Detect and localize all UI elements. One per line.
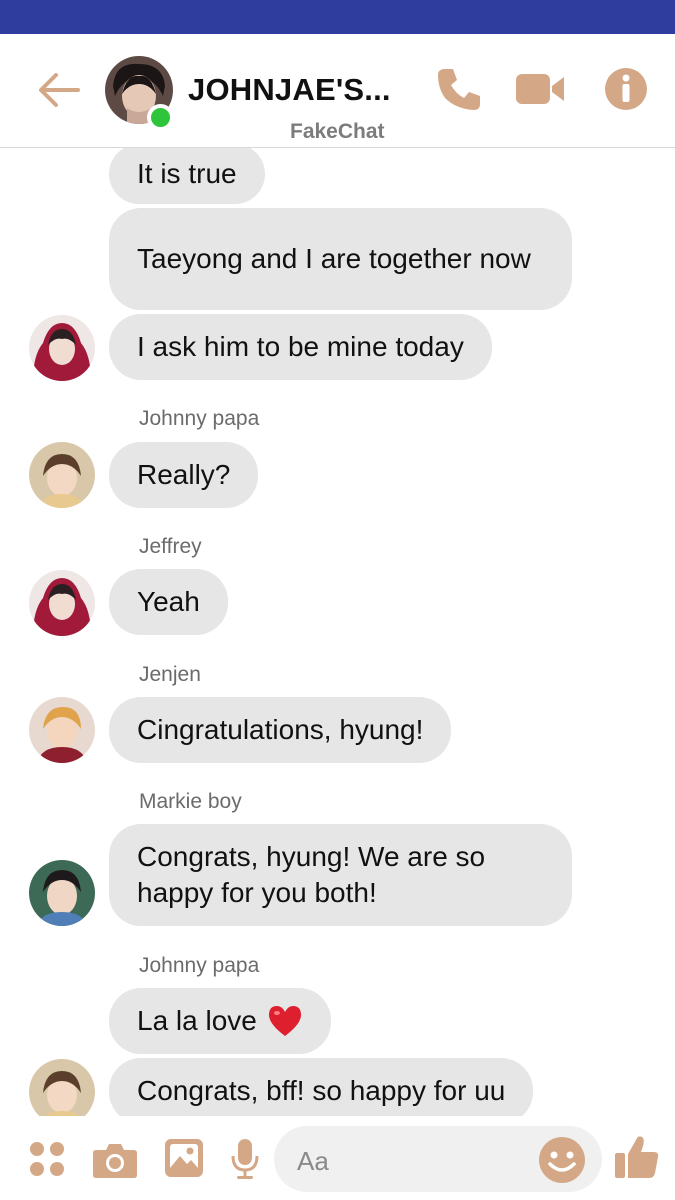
microphone-icon [231,1139,259,1179]
chat-subtitle: FakeChat [290,120,385,143]
emoji-icon [539,1137,585,1183]
avatar[interactable] [29,860,95,926]
message-text: Congrats, hyung! We are so happy for you… [137,841,486,908]
emoji-button[interactable] [538,1136,586,1184]
avatar[interactable] [29,1059,95,1116]
gallery-icon [165,1139,203,1177]
sender-name: Johnny papa [139,407,260,430]
sender-name: Markie boy [139,790,242,813]
message-bubble[interactable]: La la love [109,988,331,1054]
apps-grid-icon [30,1142,64,1176]
apps-button[interactable] [28,1140,66,1178]
avatar[interactable] [29,697,95,763]
message-text: Congrats, bff! so happy for uu [137,1075,506,1106]
sender-name: Johnny papa [139,954,260,977]
message-text: La la love [137,1005,257,1036]
chat-header: JOHNJAE'S... FakeChat [0,34,675,148]
sender-name: Jenjen [139,663,201,686]
message-bubble[interactable]: Yeah [109,569,228,635]
message-text: Taeyong and I are together now [137,243,531,274]
video-camera-icon [516,74,564,104]
chat-title[interactable]: JOHNJAE'S... [188,72,391,108]
message-input-placeholder: Aa [297,1146,329,1176]
message-bubble[interactable]: Congrats, bff! so happy for uu [109,1058,534,1116]
status-bar [0,0,675,34]
message-bubble[interactable]: Really? [109,442,259,508]
info-button[interactable] [603,66,649,112]
video-call-button[interactable] [514,66,566,112]
voice-message-button[interactable] [230,1138,260,1180]
message-text: Really? [137,459,231,490]
info-icon [605,68,647,110]
message-text: Cingratulations, hyung! [137,714,424,745]
avatar[interactable] [29,570,95,636]
back-button[interactable] [36,70,82,110]
message-bubble[interactable]: Taeyong and I are together now [109,208,572,310]
message-input[interactable]: Aa [274,1126,602,1192]
message-list[interactable]: It is true Taeyong and I are together no… [0,148,675,1116]
message-text: It is true [137,158,237,189]
message-bubble[interactable]: It is true [109,148,265,204]
message-composer: Aa [0,1116,675,1200]
camera-icon [93,1144,137,1178]
message-text: I ask him to be mine today [137,331,464,362]
camera-button[interactable] [92,1140,138,1180]
thumbs-up-icon [615,1136,659,1178]
sender-name: Jeffrey [139,535,202,558]
heart-emoji-icon [268,1006,301,1036]
phone-icon [438,69,480,110]
avatar[interactable] [29,315,95,381]
message-bubble[interactable]: Cingratulations, hyung! [109,697,452,763]
message-text: Yeah [137,586,200,617]
voice-call-button[interactable] [436,66,482,112]
online-status-indicator [147,104,174,131]
gallery-button[interactable] [164,1138,204,1178]
message-bubble[interactable]: Congrats, hyung! We are so happy for you… [109,824,572,926]
message-bubble[interactable]: I ask him to be mine today [109,314,492,380]
back-arrow-icon [39,73,80,107]
like-button[interactable] [614,1134,660,1180]
avatar[interactable] [29,442,95,508]
